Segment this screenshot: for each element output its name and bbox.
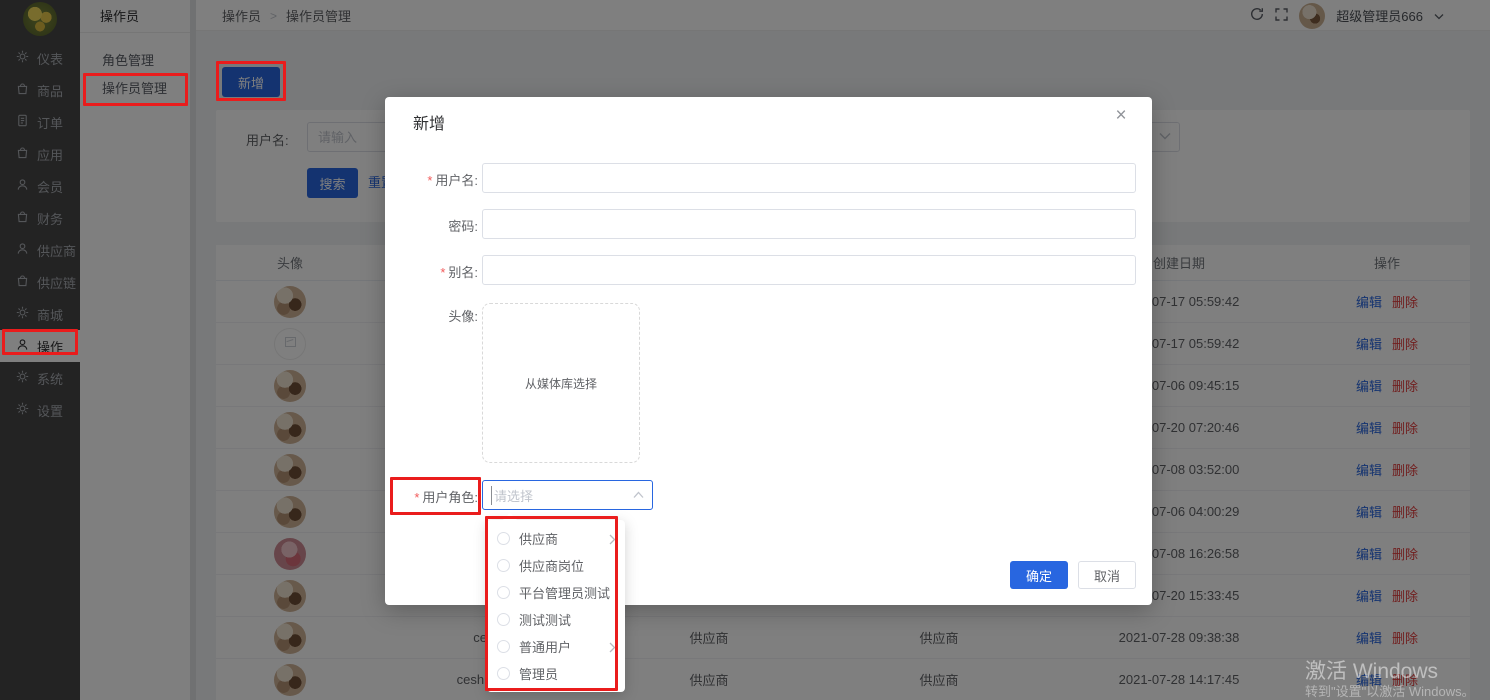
annotation-box-operator-management — [83, 73, 188, 106]
avatar-label: 头像: — [385, 306, 478, 325]
password-field[interactable] — [482, 209, 1136, 239]
confirm-button[interactable]: 确定 — [1010, 561, 1068, 589]
role-select[interactable]: 请选择 — [482, 480, 653, 510]
annotation-box-add-button — [216, 61, 286, 101]
password-label: 密码: — [385, 216, 478, 235]
media-library-label: 从媒体库选择 — [525, 375, 597, 392]
media-library-picker[interactable]: 从媒体库选择 — [482, 303, 640, 463]
alias-label: 别名: — [385, 262, 478, 281]
annotation-box-role-label — [390, 477, 481, 515]
username-label: 用户名: — [385, 170, 478, 189]
modal-title: 新增 — [413, 110, 445, 134]
alias-field[interactable] — [482, 255, 1136, 285]
cancel-button[interactable]: 取消 — [1078, 561, 1136, 589]
annotation-box-sidebar-operator — [2, 329, 78, 355]
chevron-up-icon — [633, 491, 644, 499]
close-icon[interactable] — [1110, 105, 1132, 127]
annotation-box-role-dropdown — [485, 516, 618, 691]
username-field[interactable] — [482, 163, 1136, 193]
role-select-placeholder: 请选择 — [491, 486, 533, 505]
page: 仪表商品订单应用会员财务供应商供应链商城操作系统设置 操作员 角色管理操作员管理… — [0, 0, 1490, 700]
